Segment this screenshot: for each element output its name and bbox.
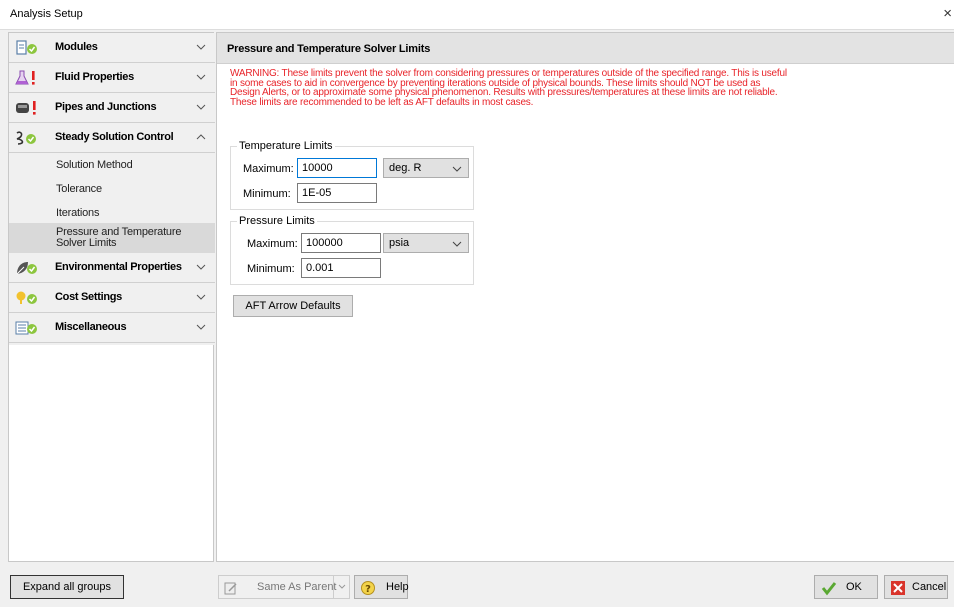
help-button[interactable]: ? Help bbox=[354, 575, 409, 599]
sidebar-group-label: Fluid Properties bbox=[55, 71, 134, 83]
pressure-unit-value: psia bbox=[389, 237, 410, 249]
pressure-max-input[interactable]: 100000 bbox=[301, 233, 381, 253]
sidebar-group-label: Steady Solution Control bbox=[55, 131, 174, 143]
temperature-min-label: Minimum: bbox=[243, 188, 291, 200]
cancel-x-icon bbox=[891, 581, 905, 595]
chevron-down-icon bbox=[196, 294, 206, 300]
chevron-down-icon bbox=[452, 166, 462, 172]
chevron-down-icon bbox=[196, 44, 206, 50]
pressure-min-label: Minimum: bbox=[247, 263, 295, 275]
chevron-down-icon bbox=[196, 324, 206, 330]
edit-note-icon bbox=[224, 582, 237, 595]
sidebar-item-pressure-temperature-limits[interactable]: Pressure and Temperature Solver Limits bbox=[9, 223, 215, 253]
leaf-check-icon bbox=[16, 262, 37, 275]
chevron-down-icon bbox=[452, 241, 462, 247]
cancel-button[interactable]: Cancel bbox=[884, 575, 948, 599]
chevron-down-icon bbox=[196, 104, 206, 110]
pressure-max-label: Maximum: bbox=[247, 238, 298, 250]
modules-icon bbox=[16, 40, 37, 55]
sidebar-group-cost-settings[interactable]: Cost Settings bbox=[9, 283, 215, 313]
solver-check-icon bbox=[16, 131, 36, 145]
cancel-label: Cancel bbox=[912, 581, 947, 593]
sidebar-group-label: Cost Settings bbox=[55, 291, 122, 303]
help-label: Help bbox=[386, 581, 409, 593]
misc-check-icon bbox=[15, 321, 37, 335]
chevron-up-icon bbox=[196, 134, 206, 140]
sidebar-item-label: Iterations bbox=[56, 207, 100, 219]
warning-text: WARNING: These limits prevent the solver… bbox=[230, 68, 787, 108]
pressure-min-input[interactable]: 0.001 bbox=[301, 258, 381, 278]
temperature-limits-legend: Temperature Limits bbox=[237, 140, 335, 152]
sidebar-group-pipes-and-junctions[interactable]: Pipes and Junctions bbox=[9, 93, 215, 123]
sidebar-group-label: Pipes and Junctions bbox=[55, 101, 157, 113]
ok-button[interactable]: OK bbox=[814, 575, 878, 599]
sidebar-item-iterations[interactable]: Iterations bbox=[9, 201, 215, 225]
sidebar-group-modules[interactable]: Modules bbox=[9, 33, 215, 63]
pressure-limits-group: Pressure Limits Maximum: 100000 psia Min… bbox=[230, 215, 474, 285]
sidebar-group-label: Miscellaneous bbox=[55, 321, 127, 333]
panel-header: Pressure and Temperature Solver Limits bbox=[217, 33, 954, 64]
svg-text:?: ? bbox=[365, 584, 371, 595]
expand-all-groups-button[interactable]: Expand all groups bbox=[10, 575, 124, 599]
sidebar-item-label: Solution Method bbox=[56, 159, 133, 171]
temperature-max-label: Maximum: bbox=[243, 163, 294, 175]
panel-title: Pressure and Temperature Solver Limits bbox=[227, 43, 431, 55]
temperature-unit-value: deg. R bbox=[389, 162, 422, 174]
main-panel: Pressure and Temperature Solver Limits W… bbox=[216, 32, 954, 562]
pipe-warning-icon bbox=[16, 101, 36, 115]
chevron-down-icon bbox=[196, 264, 206, 270]
aft-arrow-defaults-button[interactable]: AFT Arrow Defaults bbox=[233, 295, 353, 317]
sidebar-item-solution-method[interactable]: Solution Method bbox=[9, 153, 215, 177]
pressure-limits-legend: Pressure Limits bbox=[237, 215, 317, 227]
ok-label: OK bbox=[846, 581, 862, 593]
help-icon: ? bbox=[361, 581, 375, 595]
temperature-min-input[interactable]: 1E-05 bbox=[297, 183, 377, 203]
sidebar-group-miscellaneous[interactable]: Miscellaneous bbox=[9, 313, 215, 343]
sidebar-group-environmental-properties[interactable]: Environmental Properties bbox=[9, 253, 215, 283]
split-divider bbox=[333, 576, 334, 598]
pressure-unit-select[interactable]: psia bbox=[383, 233, 469, 253]
window-title: Analysis Setup bbox=[10, 8, 83, 20]
sidebar-group-fluid-properties[interactable]: Fluid Properties bbox=[9, 63, 215, 93]
chevron-down-icon bbox=[196, 74, 206, 80]
flask-warning-icon bbox=[15, 70, 35, 85]
same-as-parent-button[interactable]: Same As Parent bbox=[218, 575, 350, 599]
sidebar-group-steady-solution-control[interactable]: Steady Solution Control bbox=[9, 123, 215, 153]
checkmark-icon bbox=[821, 582, 837, 596]
sidebar-item-label: Tolerance bbox=[56, 183, 102, 195]
sidebar: Modules Fluid Properties Pipes and Junct… bbox=[8, 32, 215, 562]
temperature-limits-group: Temperature Limits Maximum: 10000 deg. R… bbox=[230, 140, 474, 210]
sidebar-item-tolerance[interactable]: Tolerance bbox=[9, 177, 215, 201]
sidebar-group-label: Modules bbox=[55, 41, 98, 53]
temperature-unit-select[interactable]: deg. R bbox=[383, 158, 469, 178]
chevron-down-icon bbox=[338, 584, 346, 589]
same-as-parent-label: Same As Parent bbox=[257, 581, 337, 593]
cost-check-icon bbox=[16, 291, 37, 304]
sidebar-group-label: Environmental Properties bbox=[55, 261, 182, 273]
title-bar: Analysis Setup × bbox=[0, 0, 954, 30]
bottom-bar: Expand all groups Same As Parent ? Help … bbox=[0, 565, 954, 607]
temperature-max-input[interactable]: 10000 bbox=[297, 158, 377, 178]
sidebar-item-label: Pressure and Temperature Solver Limits bbox=[56, 226, 182, 249]
close-icon[interactable]: × bbox=[943, 5, 952, 22]
